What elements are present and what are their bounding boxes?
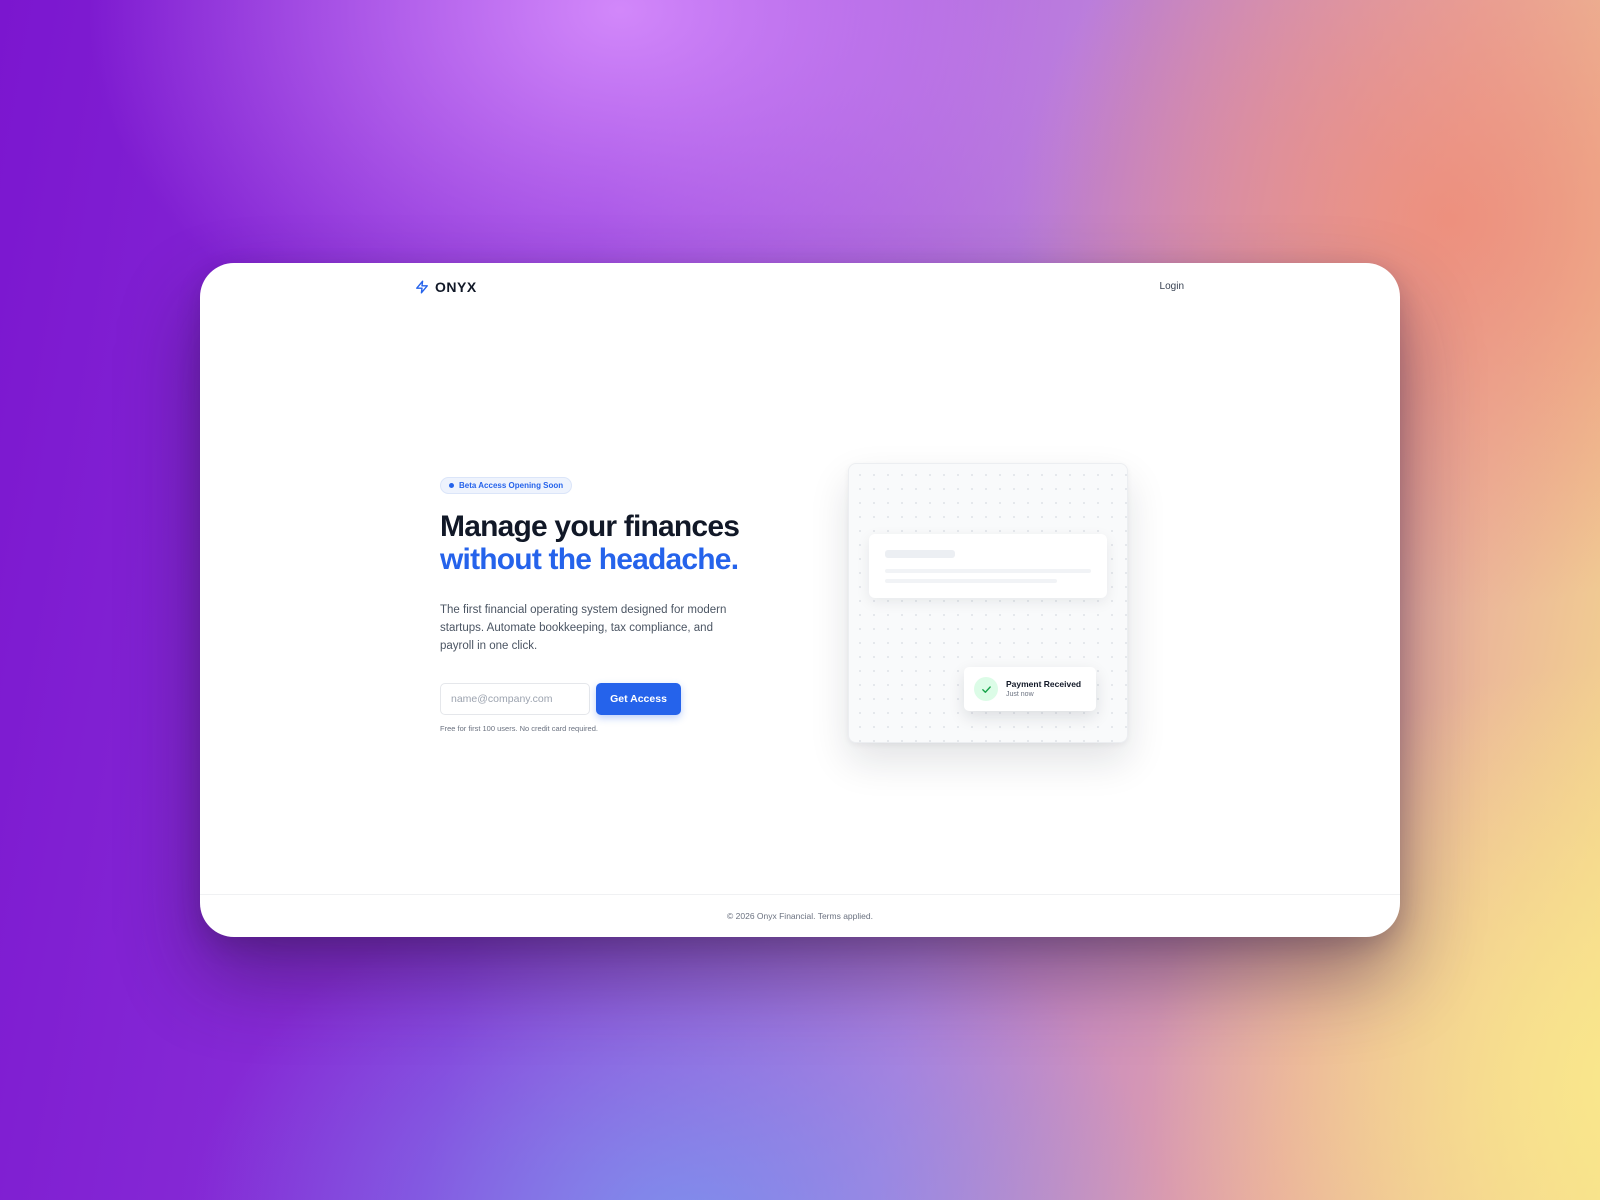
footer-copyright: © 2026 Onyx Financial. Terms applied. bbox=[727, 911, 873, 921]
signup-form: Get Access bbox=[440, 683, 780, 715]
get-access-button[interactable]: Get Access bbox=[596, 683, 681, 715]
skeleton-line bbox=[885, 579, 1057, 583]
skeleton-line bbox=[885, 569, 1091, 573]
fineprint: Free for first 100 users. No credit card… bbox=[440, 724, 598, 733]
payment-notification: Payment Received Just now bbox=[964, 667, 1096, 711]
status-dot bbox=[449, 483, 454, 488]
product-illustration: Payment Received Just now bbox=[848, 463, 1128, 743]
notification-time: Just now bbox=[1006, 691, 1034, 698]
skeleton-card bbox=[869, 534, 1107, 598]
headline-line-2: without the headache. bbox=[440, 543, 739, 576]
brand-name: ONYX bbox=[435, 279, 477, 295]
skeleton-title bbox=[885, 550, 955, 558]
brand-logo[interactable]: ONYX bbox=[415, 279, 477, 295]
beta-badge: Beta Access Opening Soon bbox=[440, 477, 573, 494]
top-navigation: ONYX Login bbox=[200, 263, 1400, 315]
browser-window: ONYX Login Beta Access Opening Soon Mana… bbox=[200, 263, 1400, 937]
check-icon bbox=[974, 677, 998, 701]
lightning-bolt-icon bbox=[416, 280, 428, 294]
hero-description: The first financial operating system des… bbox=[440, 604, 727, 652]
hero-section: Beta Access Opening Soon Manage your fin… bbox=[440, 475, 780, 733]
badge-label: Beta Access Opening Soon bbox=[459, 481, 564, 490]
login-link[interactable]: Login bbox=[1160, 281, 1184, 292]
email-input[interactable] bbox=[440, 683, 590, 715]
notification-title: Payment Received bbox=[1006, 679, 1082, 689]
page-footer: © 2026 Onyx Financial. Terms applied. bbox=[200, 894, 1400, 937]
headline-line-1: Manage your finances bbox=[440, 510, 740, 543]
hero-headline: Manage your finances without the headach… bbox=[440, 510, 780, 576]
